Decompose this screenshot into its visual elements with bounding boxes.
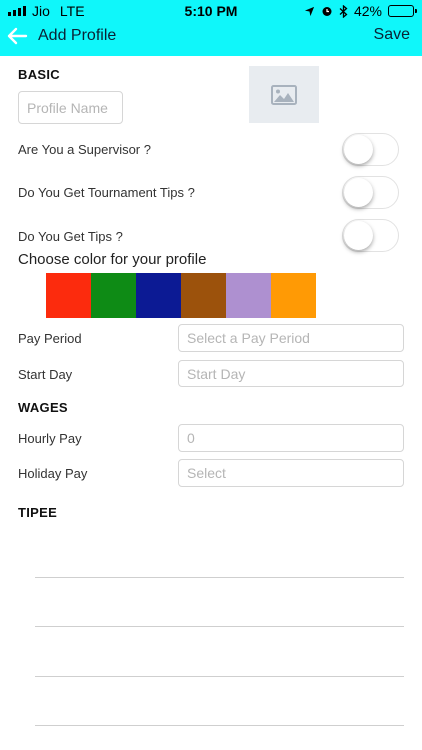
- app-header: Jio LTE 5:10 PM 42% Add Profile Save: [0, 0, 422, 56]
- basic-heading: BASIC: [18, 67, 60, 82]
- tournament-tips-toggle[interactable]: [342, 176, 399, 209]
- tips-label: Do You Get Tips ?: [18, 229, 123, 244]
- toggle-knob: [344, 221, 373, 250]
- tipee-row-divider: [35, 676, 404, 677]
- page-title: Add Profile: [38, 27, 117, 44]
- color-swatch-orange[interactable]: [271, 273, 316, 318]
- start-day-label: Start Day: [18, 367, 73, 382]
- supervisor-label: Are You a Supervisor ?: [18, 142, 151, 157]
- battery-percent: 42%: [353, 3, 382, 19]
- toggle-knob: [344, 135, 373, 164]
- profile-image-picker[interactable]: [249, 66, 319, 123]
- color-swatches: [46, 273, 316, 318]
- holiday-pay-select[interactable]: Select: [178, 459, 404, 487]
- image-placeholder-icon: [271, 84, 297, 105]
- holiday-pay-label: Holiday Pay: [18, 466, 88, 481]
- start-day-input[interactable]: Start Day: [178, 360, 404, 387]
- color-swatch-lavender[interactable]: [226, 273, 271, 318]
- tipee-row-divider: [35, 577, 404, 578]
- hourly-pay-label: Hourly Pay: [18, 431, 82, 446]
- toggle-knob: [344, 178, 373, 207]
- back-arrow-icon[interactable]: [5, 24, 29, 48]
- tournament-tips-label: Do You Get Tournament Tips ?: [18, 185, 195, 200]
- hourly-pay-input[interactable]: 0: [178, 424, 404, 452]
- wages-heading: WAGES: [18, 400, 68, 415]
- supervisor-toggle[interactable]: [342, 133, 399, 166]
- tipee-row-divider: [35, 725, 404, 726]
- color-swatch-red[interactable]: [46, 273, 91, 318]
- location-arrow-icon: [304, 6, 315, 16]
- color-picker-title: Choose color for your profile: [18, 251, 207, 268]
- pay-period-select[interactable]: Select a Pay Period: [178, 324, 404, 352]
- pay-period-label: Pay Period: [18, 331, 82, 346]
- battery-icon: [388, 5, 417, 17]
- save-button[interactable]: Save: [374, 26, 410, 44]
- profile-name-input[interactable]: Profile Name: [18, 91, 123, 124]
- color-swatch-brown[interactable]: [181, 273, 226, 318]
- tipee-row-divider: [35, 626, 404, 627]
- tipee-heading: TIPEE: [18, 505, 58, 520]
- status-bar: Jio LTE 5:10 PM 42%: [0, 0, 422, 22]
- bluetooth-icon: [339, 4, 348, 18]
- alarm-icon: [322, 7, 332, 16]
- tips-toggle[interactable]: [342, 219, 399, 252]
- color-swatch-navy[interactable]: [136, 273, 181, 318]
- color-swatch-green[interactable]: [91, 273, 136, 318]
